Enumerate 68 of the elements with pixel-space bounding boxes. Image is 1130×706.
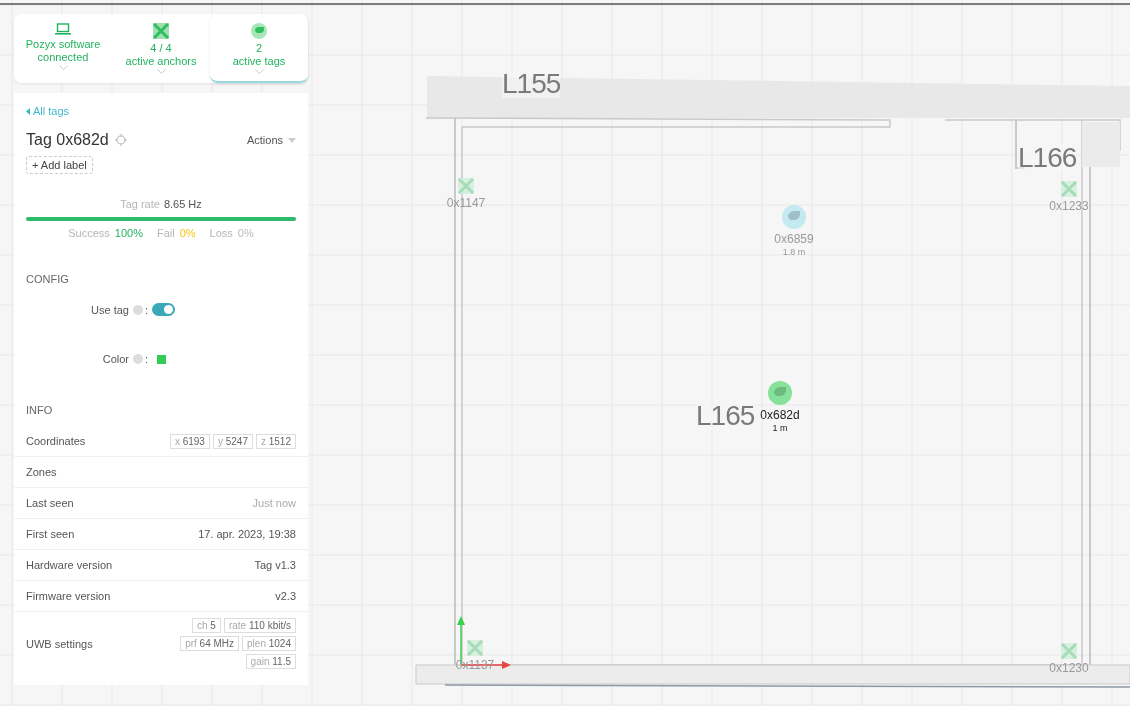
stat-value: 0%: [237, 227, 254, 239]
anchor-label: 0x1233: [1049, 199, 1089, 213]
help-icon[interactable]: [133, 304, 143, 315]
info-label: Firmware version: [26, 590, 111, 602]
stat-value: 100%: [114, 227, 143, 239]
tag-label: 0x682d: [760, 408, 800, 422]
use-tag-toggle[interactable]: [152, 303, 176, 316]
room-label: L165: [696, 402, 755, 430]
info-value: v2.3: [275, 590, 296, 602]
add-label-button[interactable]: + Add label: [26, 156, 93, 174]
setting-chip: y 5247: [212, 433, 253, 449]
chevron-down-icon: [254, 69, 264, 74]
use-tag-label: Use tag: [90, 303, 129, 316]
tag-title: Tag 0x682d: [26, 131, 109, 149]
tag-icon: [251, 23, 267, 39]
stat-label: Fail: [156, 227, 175, 239]
back-link-text: All tags: [33, 105, 70, 117]
caret-down-icon: [288, 137, 296, 143]
info-label: Coordinates: [26, 435, 86, 447]
info-value: 17. apr. 2023, 19:38: [198, 528, 296, 540]
anchor-icon[interactable]: [1061, 181, 1077, 197]
anchor-label: 0x1147: [446, 196, 486, 210]
info-label: UWB settings: [26, 637, 93, 650]
tag-rate-value: 8.65 Hz: [163, 198, 202, 210]
setting-chip: prf 64 MHz: [180, 636, 240, 651]
all-tags-link[interactable]: All tags: [26, 105, 296, 117]
tag-label: 0x6859: [774, 232, 814, 246]
tag-rate-label: Tag rate: [120, 198, 160, 210]
anchor-icon[interactable]: [458, 178, 474, 194]
caret-left-icon: [26, 107, 30, 115]
info-label: Zones: [26, 466, 57, 478]
info-label: First seen: [26, 528, 75, 540]
setting-chip: x 6193: [169, 433, 210, 449]
anchor-icon[interactable]: [467, 640, 483, 656]
stat-label: Loss: [209, 227, 233, 239]
help-icon[interactable]: [133, 354, 143, 364]
setting-chip: gain 11.5: [245, 654, 296, 669]
tag-marker-icon[interactable]: [781, 204, 807, 230]
setting-chip: plen 1024: [242, 636, 296, 651]
setting-chip: z 1512: [255, 433, 296, 449]
stat-label: Success: [68, 227, 110, 239]
actions-dropdown[interactable]: Actions: [246, 134, 296, 146]
colon: :: [145, 353, 149, 365]
room-label: L166: [1018, 144, 1077, 172]
stat-value: 0%: [179, 227, 196, 239]
info-value: Just now: [252, 497, 296, 509]
tag-marker-icon[interactable]: [767, 380, 793, 406]
colon: :: [145, 303, 149, 316]
info-label: Hardware version: [26, 559, 113, 571]
section-heading: CONFIG: [26, 273, 70, 285]
section-heading: INFO: [26, 404, 54, 416]
chevron-down-icon: [156, 69, 166, 74]
crosshair-icon[interactable]: [114, 134, 127, 146]
color-swatch[interactable]: [157, 354, 167, 364]
anchor-icon[interactable]: [1061, 643, 1077, 659]
room-label: L155: [502, 70, 561, 98]
anchor-icon: [153, 23, 169, 39]
setting-chip: ch 5: [192, 618, 221, 633]
chevron-down-icon: [58, 65, 68, 70]
laptop-icon: [55, 23, 71, 35]
color-label: Color: [101, 353, 129, 365]
info-label: Last seen: [26, 497, 74, 509]
setting-chip: rate 110 kbit/s: [223, 618, 296, 633]
anchor-label: 0x1230: [1049, 661, 1089, 675]
info-value: Tag v1.3: [254, 559, 296, 571]
distance-label: 1 m: [772, 423, 788, 433]
distance-label: 1.8 m: [782, 247, 806, 257]
status-card[interactable]: 2 active tags: [210, 14, 308, 83]
